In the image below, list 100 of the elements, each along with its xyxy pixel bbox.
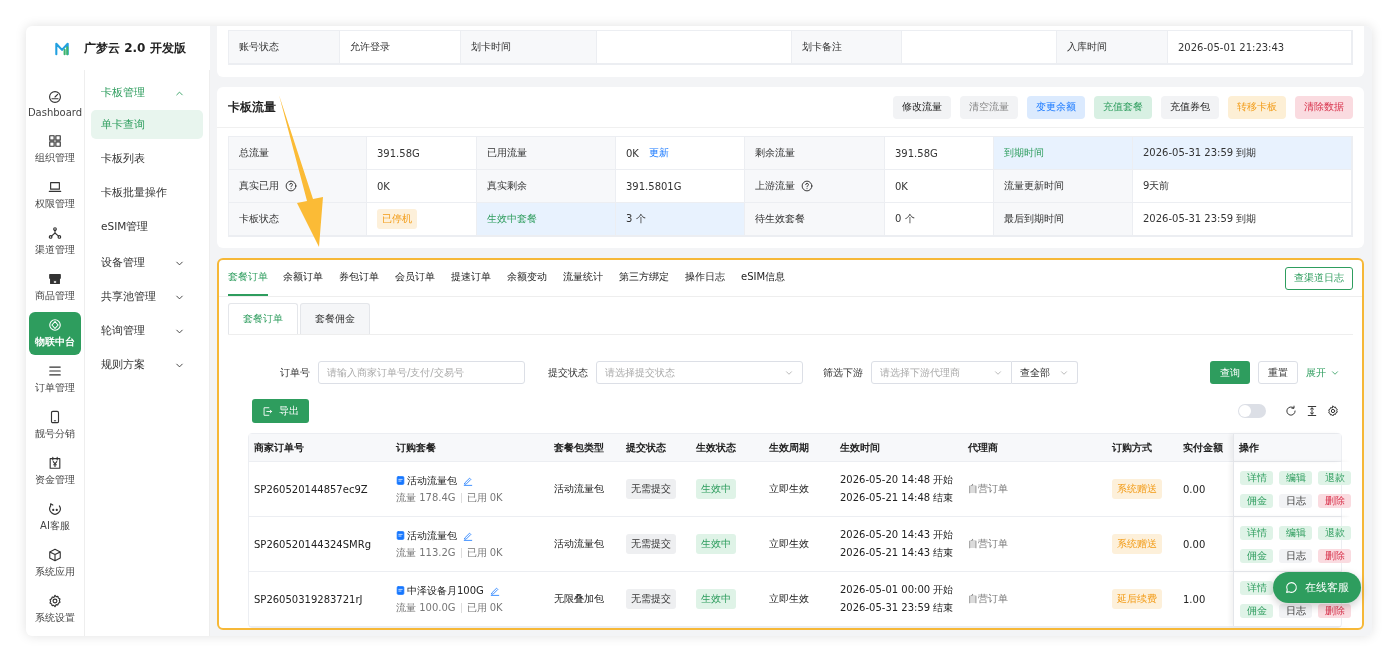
column-header: 实付金额 (1182, 440, 1224, 455)
filter-label: 订单号 (280, 365, 310, 380)
select-field[interactable]: 查全部 (1012, 361, 1078, 384)
action-button[interactable]: 充值券包 (1161, 95, 1219, 119)
filter-label: 提交状态 (548, 365, 588, 380)
status-tag: 无需提交 (626, 479, 676, 499)
menu-group[interactable]: 规则方案 (91, 348, 203, 382)
nav-item[interactable]: 组织管理 (29, 128, 81, 171)
field-label: 账号状态 (229, 31, 340, 64)
field-label: 到期时间 (994, 137, 1133, 170)
menu-group[interactable]: 设备管理 (91, 246, 203, 280)
field-value: 391.5801G (616, 170, 745, 203)
action-button[interactable]: 清除数据 (1295, 95, 1353, 119)
gauge-icon (48, 89, 62, 104)
expand-link[interactable]: 展开 (1306, 365, 1340, 380)
field-value: 2026-05-31 23:59 到期 (1133, 137, 1352, 170)
tab[interactable]: 第三方绑定 (619, 260, 684, 296)
action-button[interactable]: 变更余额 (1027, 95, 1085, 119)
field-value: 2026-05-31 23:59 到期 (1133, 203, 1352, 236)
nav-item[interactable]: 订单管理 (29, 358, 81, 401)
tab[interactable]: 流量统计 (563, 260, 618, 296)
edit-icon (463, 475, 473, 486)
tab[interactable]: 余额订单 (283, 260, 338, 296)
row-action-button[interactable]: 删除 (1318, 603, 1351, 618)
sub-tab[interactable]: 套餐佣金 (300, 303, 370, 334)
tab[interactable]: 套餐订单 (228, 260, 268, 296)
menu-group[interactable]: 卡板管理 (91, 76, 203, 110)
menu-group[interactable]: 共享池管理 (91, 280, 203, 314)
field-value: 0 个 (885, 203, 994, 236)
nav-item[interactable]: 权限管理 (29, 174, 81, 217)
tab[interactable]: eSIM信息 (741, 260, 801, 296)
field-label: 划卡备注 (792, 31, 902, 64)
nav-item[interactable]: 系统设置 (29, 588, 81, 631)
reset-button[interactable]: 重置 (1258, 361, 1298, 384)
column-header: 生效状态 (695, 440, 737, 455)
tab[interactable]: 提速订单 (451, 260, 506, 296)
column-header: 提交状态 (625, 440, 667, 455)
tab[interactable]: 余额变动 (507, 260, 562, 296)
filter-label: 筛选下游 (823, 365, 863, 380)
field-label: 划卡时间 (461, 31, 597, 64)
help-icon (801, 180, 813, 192)
document-icon (396, 585, 405, 596)
channel-log-button[interactable]: 查渠道日志 (1285, 266, 1353, 290)
table-cell-text: 1.00 (1182, 592, 1207, 607)
field-label: 最后到期时间 (994, 203, 1133, 236)
tab[interactable]: 操作日志 (685, 260, 740, 296)
package-name: 活动流量包 (407, 528, 457, 543)
column-header: 操作 (1233, 434, 1341, 461)
action-button[interactable]: 修改流量 (893, 95, 951, 119)
table-cell-text: 活动流量包 (553, 482, 605, 496)
status-tag: 无需提交 (626, 589, 676, 609)
list-icon (48, 364, 62, 378)
field-value: 0K (367, 170, 477, 203)
logo-icon (54, 41, 70, 56)
search-field[interactable]: 请输入商家订单号/支付/交易号 (318, 361, 525, 384)
export-icon (262, 405, 273, 417)
nav-item[interactable]: 渠道管理 (29, 220, 81, 263)
field-label: 真实已用 (239, 179, 279, 193)
table-cell-text: 0.00 (1182, 537, 1207, 552)
field-value: 391.58G (885, 137, 994, 170)
tab[interactable]: 会员订单 (395, 260, 450, 296)
laptop-icon (48, 180, 62, 194)
nav-item[interactable]: 系统应用 (29, 542, 81, 585)
row-action-button[interactable]: 删除 (1318, 493, 1351, 508)
field-label: 待生效套餐 (745, 203, 885, 236)
sub-tab[interactable]: 套餐订单 (228, 303, 298, 334)
menu-item[interactable]: 卡板批量操作 (91, 178, 203, 207)
menu-item[interactable]: 卡板列表 (91, 144, 203, 173)
edit-icon (463, 530, 473, 541)
toggle-switch[interactable] (1238, 404, 1266, 418)
field-label: 流量更新时间 (994, 170, 1133, 203)
row-action-button[interactable]: 日志 (1279, 603, 1312, 618)
table-cell-text: SP260520144857ec9Z (253, 482, 369, 497)
phone-icon (48, 410, 62, 424)
refresh-icon (1285, 405, 1297, 417)
nav-item[interactable]: 靓号分销 (29, 404, 81, 447)
field-value: 391.58G (367, 137, 477, 170)
row-action-button[interactable]: 日志 (1279, 548, 1312, 563)
row-action-button[interactable]: 删除 (1318, 548, 1351, 563)
nav-item[interactable]: 商品管理 (29, 266, 81, 309)
table-cell-text: SP260520144324SMRg (253, 537, 372, 552)
field-value: 9天前 (1133, 170, 1352, 203)
app-name: 广梦云 2.0 开发版 (84, 40, 186, 57)
package-name: 活动流量包 (407, 473, 457, 488)
nav-item[interactable]: AI客服 (29, 496, 81, 539)
menu-group[interactable]: 轮询管理 (91, 314, 203, 348)
network-icon (48, 226, 62, 240)
nav-item[interactable]: 资金管理 (29, 450, 81, 493)
field-label: 入库时间 (1057, 31, 1168, 64)
field-label: 上游流量 (755, 179, 795, 193)
nav-item[interactable]: Dashboard (29, 82, 81, 125)
tab[interactable]: 券包订单 (339, 260, 394, 296)
row-action-button[interactable]: 日志 (1279, 493, 1312, 508)
status-tag: 系统赠送 (1112, 534, 1162, 554)
status-tag: 已停机 (377, 209, 417, 229)
refresh-link[interactable]: 更新 (648, 146, 669, 160)
table-cell-text: 自营订单 (967, 537, 1009, 551)
settings-icon (1327, 405, 1339, 417)
table-cell: 2026-05-01 00:00 开始 (840, 583, 954, 597)
menu-item[interactable]: eSIM管理 (91, 212, 203, 241)
